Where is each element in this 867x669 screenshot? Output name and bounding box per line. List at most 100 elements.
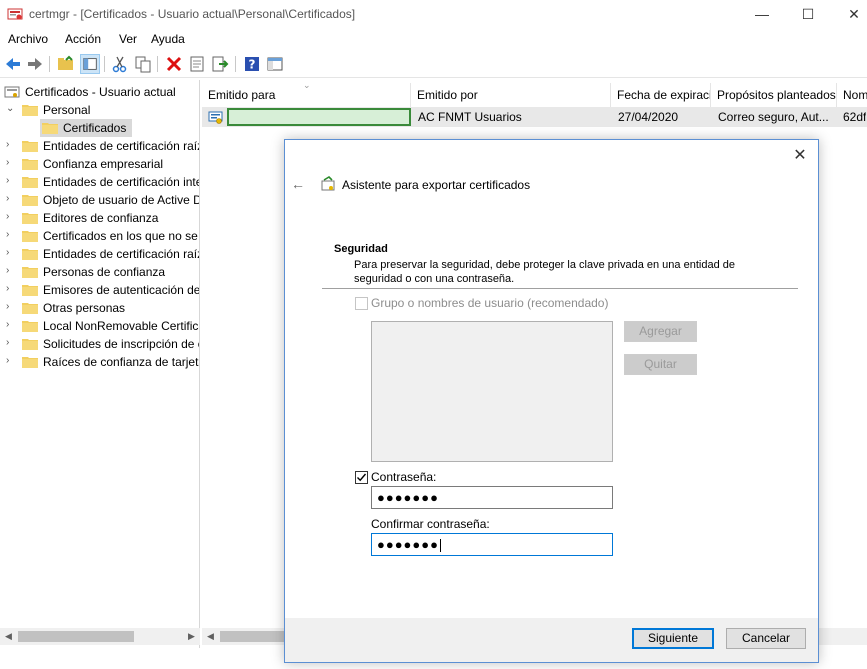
- chevron-right-icon[interactable]: ›: [6, 211, 16, 223]
- column-header-issued-by[interactable]: Emitido por: [411, 83, 611, 107]
- tree-item-label: Objeto de usuario de Active Directory: [43, 193, 199, 207]
- user-group-listbox[interactable]: [371, 321, 613, 462]
- tree-root[interactable]: Certificados - Usuario actual: [4, 83, 199, 101]
- section-heading: Seguridad: [334, 243, 388, 255]
- chevron-right-icon[interactable]: ›: [6, 355, 16, 367]
- certificate-store-icon: [4, 86, 20, 98]
- chevron-right-icon[interactable]: ›: [6, 247, 16, 259]
- maximize-button[interactable]: ☐: [785, 0, 831, 30]
- checkmark-icon: [357, 473, 367, 482]
- sort-chevron-icon: ⌄: [303, 80, 311, 90]
- tree-item-label: Otras personas: [43, 301, 126, 315]
- tree-item-root-cas[interactable]: › Entidades de certificación raíz: [6, 137, 200, 155]
- show-hide-tree-icon[interactable]: [80, 54, 100, 74]
- section-description: Para preservar la seguridad, debe proteg…: [354, 259, 735, 285]
- folder-icon: [22, 321, 38, 332]
- folder-icon: [22, 141, 38, 152]
- password-input[interactable]: ●●●●●●●: [371, 486, 613, 509]
- scroll-right-icon[interactable]: ▶: [183, 628, 200, 645]
- chevron-right-icon[interactable]: ›: [6, 175, 16, 187]
- chevron-right-icon[interactable]: ›: [6, 301, 16, 313]
- tree-item-other-people[interactable]: › Otras personas: [6, 299, 199, 317]
- folder-icon: [42, 123, 58, 134]
- tree-item-label: Raíces de confianza de tarjeta inteligen…: [43, 355, 199, 369]
- next-button[interactable]: Siguiente: [632, 628, 714, 649]
- tree-item-third-party-root[interactable]: › Entidades de certificación raíz de ter…: [6, 245, 199, 263]
- menu-archivo[interactable]: Archivo: [8, 32, 48, 46]
- tree-item-personal[interactable]: ⌄ Personal: [6, 101, 199, 119]
- chevron-right-icon[interactable]: ›: [6, 319, 16, 331]
- chevron-right-icon[interactable]: ›: [6, 283, 16, 295]
- group-names-checkbox[interactable]: [355, 297, 368, 310]
- menu-ver[interactable]: Ver: [119, 32, 137, 46]
- help-icon[interactable]: ?: [242, 54, 262, 74]
- folder-icon: [22, 195, 38, 206]
- tree-item-client-auth-issuers[interactable]: › Emisores de autenticación de cliente: [6, 281, 200, 299]
- minimize-button[interactable]: —: [739, 0, 785, 30]
- tree-item-label: Personal: [43, 103, 91, 117]
- chevron-right-icon[interactable]: ›: [6, 229, 16, 241]
- chevron-right-icon[interactable]: ›: [6, 265, 16, 277]
- tree-item-label: Certificados en los que no se confía: [43, 229, 199, 243]
- column-header-expiry[interactable]: Fecha de expiración: [611, 83, 711, 107]
- certificate-wizard-icon: [321, 176, 335, 191]
- tree-item-local-nonremovable[interactable]: › Local NonRemovable Certificates: [6, 317, 199, 335]
- text-caret: [439, 539, 441, 553]
- delete-icon[interactable]: [164, 54, 184, 74]
- folder-icon: [22, 213, 38, 224]
- close-window-button[interactable]: ✕: [831, 0, 867, 30]
- close-icon[interactable]: ✕: [790, 146, 810, 166]
- tree-item-enrollment-requests[interactable]: › Solicitudes de inscripción de certific…: [6, 335, 199, 353]
- chevron-right-icon[interactable]: ›: [6, 337, 16, 349]
- cancel-button[interactable]: Cancelar: [726, 628, 806, 649]
- cut-icon[interactable]: [110, 54, 130, 74]
- password-checkbox[interactable]: [355, 471, 368, 484]
- chevron-right-icon[interactable]: ›: [6, 157, 16, 169]
- confirm-password-input[interactable]: ●●●●●●●: [371, 533, 613, 556]
- tree-horizontal-scrollbar[interactable]: ◀ ▶: [0, 628, 200, 645]
- cell-name: 62df: [843, 110, 867, 124]
- tree-item-label: Emisores de autenticación de cliente: [43, 283, 200, 297]
- add-button[interactable]: Agregar: [624, 321, 697, 342]
- toolbar-separator: [49, 56, 50, 72]
- table-row[interactable]: AC FNMT Usuarios 27/04/2020 Correo segur…: [202, 107, 867, 127]
- properties-icon[interactable]: [187, 54, 207, 74]
- folder-icon: [22, 231, 38, 242]
- tree-item-smartcard-roots[interactable]: › Raíces de confianza de tarjeta intelig…: [6, 353, 199, 371]
- toolbar-separator: [104, 56, 105, 72]
- remove-button[interactable]: Quitar: [624, 354, 697, 375]
- tree-item-enterprise-trust[interactable]: › Confianza empresarial: [6, 155, 199, 173]
- up-folder-icon[interactable]: [56, 54, 76, 74]
- tree-item-label: Certificados: [63, 121, 127, 135]
- scrollbar-thumb[interactable]: [18, 631, 134, 642]
- tree-item-intermediate-cas[interactable]: › Entidades de certificación intermedias: [6, 173, 199, 191]
- chevron-right-icon[interactable]: ›: [6, 193, 16, 205]
- menu-accion[interactable]: Acción: [65, 32, 101, 46]
- menu-ayuda[interactable]: Ayuda: [151, 32, 185, 46]
- back-arrow-icon[interactable]: ←: [291, 176, 307, 192]
- column-header-purposes[interactable]: Propósitos planteados: [711, 83, 837, 107]
- folder-icon: [22, 267, 38, 278]
- tree-item-certificados[interactable]: Certificados: [40, 119, 132, 137]
- export-list-icon[interactable]: [210, 54, 230, 74]
- tree-item-trusted-publishers[interactable]: › Editores de confianza: [6, 209, 199, 227]
- scroll-left-icon[interactable]: ◀: [0, 628, 17, 645]
- tree-item-trusted-people[interactable]: › Personas de confianza: [6, 263, 199, 281]
- tree-item-untrusted[interactable]: › Certificados en los que no se confía: [6, 227, 199, 245]
- tree-item-active-directory[interactable]: › Objeto de usuario de Active Directory: [6, 191, 199, 209]
- export-wizard-dialog: ✕ ← Asistente para exportar certificados…: [284, 139, 819, 663]
- console-tree-icon[interactable]: [265, 54, 285, 74]
- forward-arrow-icon[interactable]: [25, 54, 45, 74]
- column-header-name[interactable]: Nombre: [837, 83, 867, 107]
- toolbar-separator: [235, 56, 236, 72]
- copy-icon[interactable]: [133, 54, 153, 74]
- chevron-right-icon[interactable]: ›: [6, 139, 16, 151]
- divider: [322, 288, 798, 289]
- chevron-down-icon[interactable]: ⌄: [6, 103, 16, 115]
- cell-issued-by: AC FNMT Usuarios: [418, 110, 522, 124]
- tree-item-label: Entidades de certificación raíz: [43, 139, 200, 153]
- scroll-left-icon[interactable]: ◀: [202, 628, 219, 645]
- folder-icon: [22, 249, 38, 260]
- back-arrow-icon[interactable]: [3, 54, 23, 74]
- menu-bar: Archivo Acción Ver Ayuda: [0, 30, 867, 50]
